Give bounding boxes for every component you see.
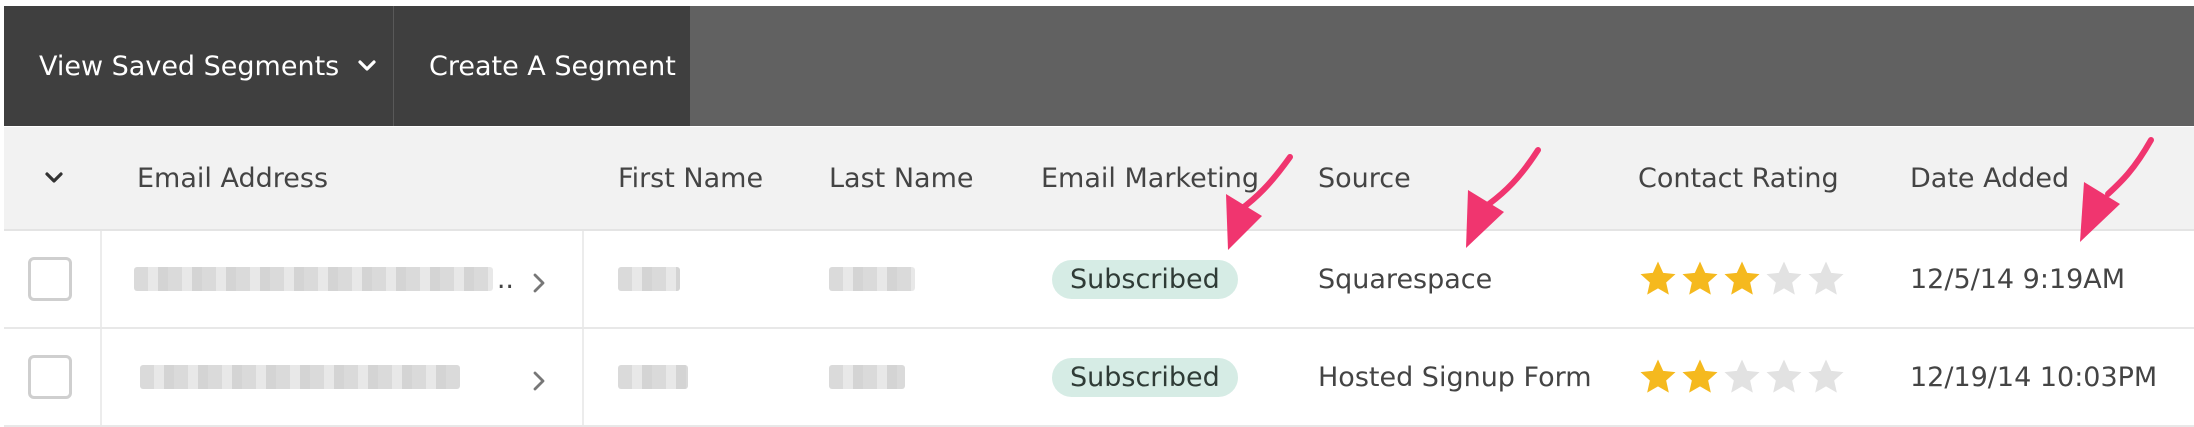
email-address-cell[interactable]: [140, 329, 520, 425]
table-row[interactable]: Subscribed Hosted Signup Form 12/19/14 1…: [4, 329, 2194, 427]
column-header-contact-rating[interactable]: Contact Rating: [1638, 127, 1839, 229]
date-added-cell: 12/19/14 10:03PM: [1910, 361, 2158, 393]
subscribed-badge[interactable]: Subscribed: [1052, 357, 1238, 397]
redacted-last-name: [829, 365, 905, 389]
chevron-right-icon[interactable]: [528, 370, 550, 392]
source-cell: Squarespace: [1318, 263, 1493, 295]
contact-rating-cell[interactable]: [1638, 329, 1846, 425]
redacted-first-name: [618, 365, 688, 389]
table-header: Email Address First Name Last Name Email…: [4, 127, 2194, 231]
redacted-first-name: [618, 267, 680, 291]
email-address-cell[interactable]: ..: [134, 231, 514, 327]
subscribed-badge[interactable]: Subscribed: [1052, 259, 1238, 299]
redacted-last-name: [829, 267, 915, 291]
star-icon[interactable]: [1806, 357, 1846, 397]
column-header-email-marketing[interactable]: Email Marketing: [1041, 127, 1259, 229]
first-name-cell: [618, 329, 688, 425]
segments-toolbar: View Saved Segments Create A Segment: [4, 6, 2194, 126]
star-icon[interactable]: [1764, 259, 1804, 299]
column-header-last-name[interactable]: Last Name: [829, 127, 973, 229]
redacted-email: [140, 365, 460, 389]
column-header-date-added[interactable]: Date Added: [1910, 127, 2069, 229]
email-marketing-cell: Subscribed: [1052, 231, 1238, 327]
last-name-cell: [829, 329, 905, 425]
contacts-panel: View Saved Segments Create A Segment Ema…: [4, 6, 2194, 427]
star-icon[interactable]: [1806, 259, 1846, 299]
email-marketing-cell: Subscribed: [1052, 329, 1238, 425]
row-checkbox[interactable]: [28, 257, 72, 301]
star-icon[interactable]: [1680, 357, 1720, 397]
table-row[interactable]: .. Subscribed Squarespace 12/5/14 9:19AM: [4, 231, 2194, 329]
view-saved-segments-label: View Saved Segments: [39, 50, 340, 82]
chevron-right-icon[interactable]: [528, 272, 550, 294]
star-rating[interactable]: [1638, 357, 1846, 397]
create-segment-label: Create A Segment: [429, 50, 676, 82]
column-header-first-name[interactable]: First Name: [618, 127, 763, 229]
column-divider: [100, 231, 102, 327]
source-cell: Hosted Signup Form: [1318, 361, 1592, 393]
create-segment-button[interactable]: Create A Segment: [394, 6, 690, 126]
view-saved-segments-button[interactable]: View Saved Segments: [4, 6, 393, 126]
column-header-source[interactable]: Source: [1318, 127, 1411, 229]
chevron-down-icon: [358, 60, 376, 71]
star-rating[interactable]: [1638, 259, 1846, 299]
star-icon[interactable]: [1722, 357, 1762, 397]
star-icon[interactable]: [1638, 357, 1678, 397]
contact-rating-cell[interactable]: [1638, 231, 1846, 327]
date-added-cell: 12/5/14 9:19AM: [1910, 263, 2126, 295]
last-name-cell: [829, 231, 915, 327]
column-header-email-address[interactable]: Email Address: [137, 127, 328, 229]
row-checkbox[interactable]: [28, 355, 72, 399]
column-divider: [582, 231, 584, 327]
star-icon[interactable]: [1638, 259, 1678, 299]
column-divider: [582, 329, 584, 425]
star-icon[interactable]: [1680, 259, 1720, 299]
star-icon[interactable]: [1722, 259, 1762, 299]
redacted-email: [134, 267, 493, 291]
column-divider: [100, 329, 102, 425]
star-icon[interactable]: [1764, 357, 1804, 397]
chevron-down-icon[interactable]: [41, 165, 67, 191]
email-ellipsis: ..: [496, 263, 514, 295]
first-name-cell: [618, 231, 680, 327]
